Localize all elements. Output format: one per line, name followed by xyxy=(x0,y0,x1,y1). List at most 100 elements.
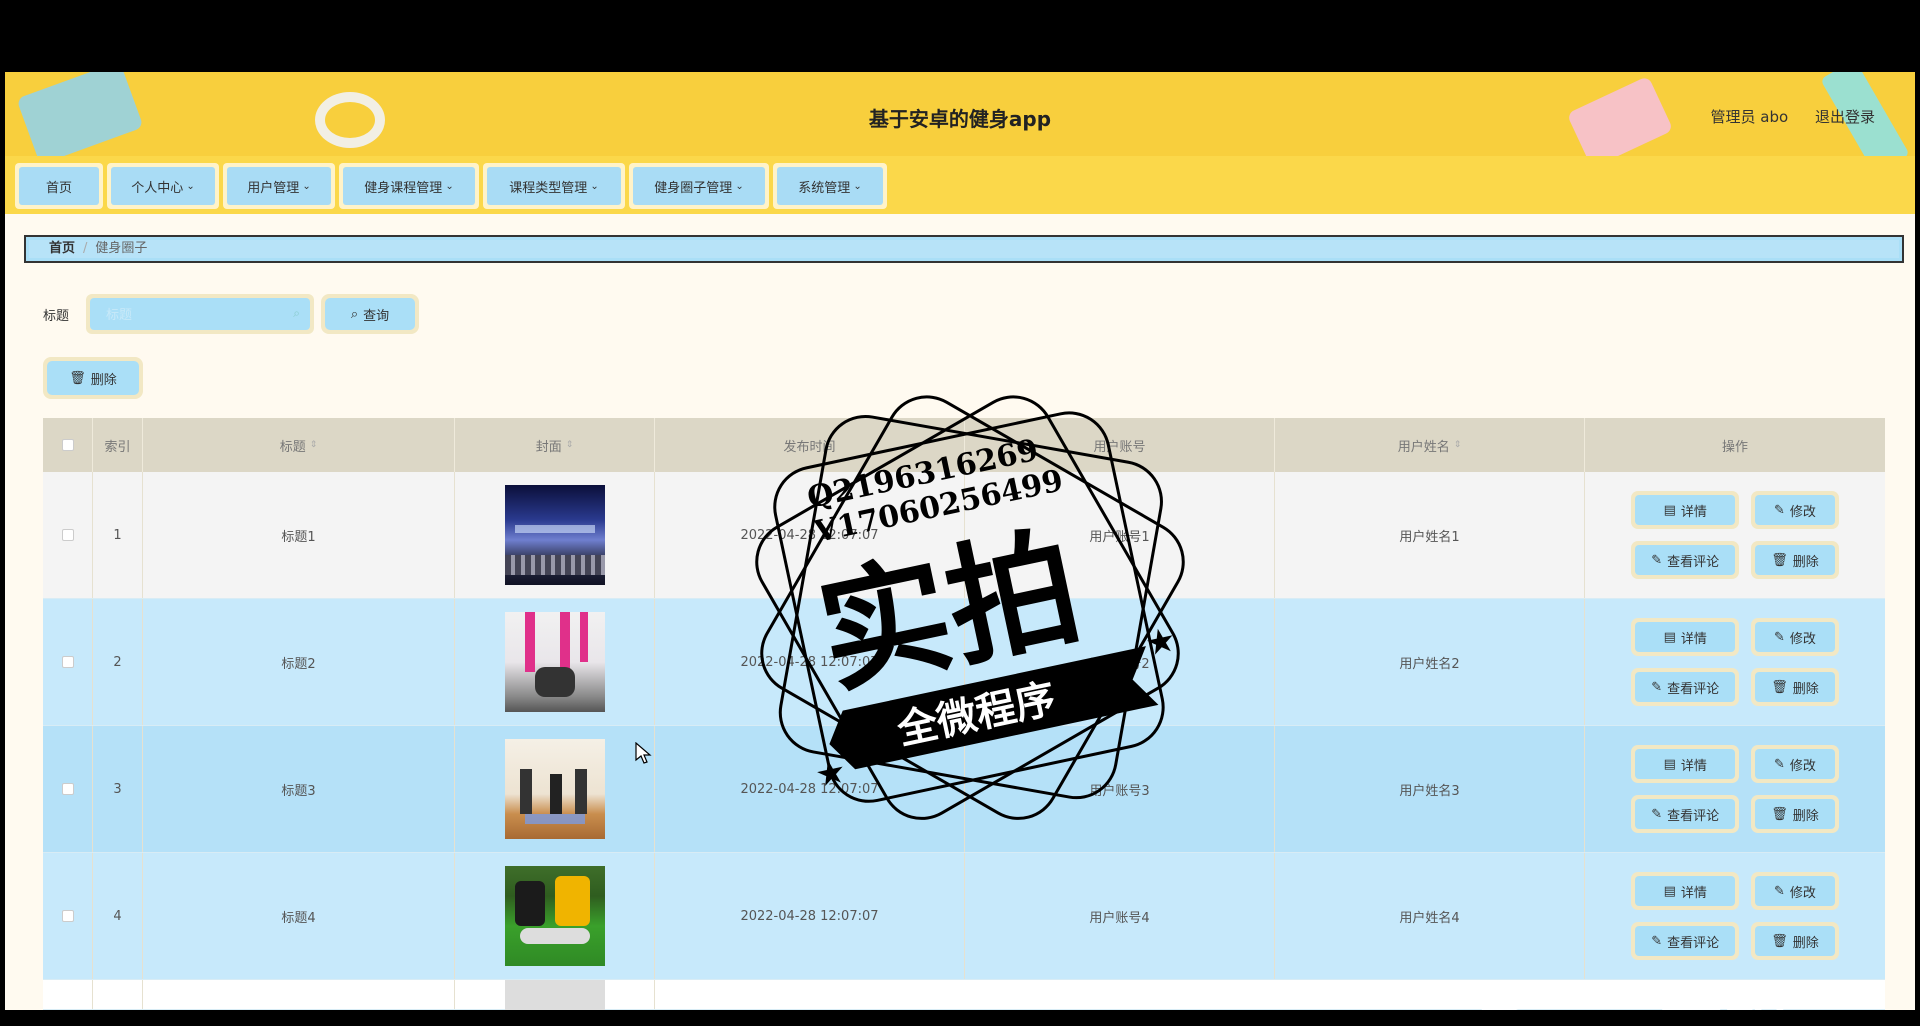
row-checkbox[interactable] xyxy=(61,656,74,668)
cover-image-group-training[interactable] xyxy=(504,866,605,966)
header-label: 封面 xyxy=(535,439,562,455)
header-label: 用户姓名 xyxy=(1397,439,1450,455)
view-comments-button[interactable]: ✎ 查看评论 xyxy=(1631,541,1740,579)
app-window: 基于安卓的健身app 管理员 abo 退出登录 首页 个人中心 ⌄ 用户管理 ⌄ 健… xyxy=(5,72,1915,1010)
search-input-wrapper: ⌕ xyxy=(86,294,314,334)
comments-label: 查看评论 xyxy=(1667,935,1720,951)
delete-button[interactable]: 🗑 删除 xyxy=(1751,541,1839,579)
logout-link[interactable]: 退出登录 xyxy=(1815,108,1875,126)
nav-label: 个人中心 xyxy=(131,180,184,196)
row-checkbox[interactable] xyxy=(61,529,74,541)
row-time: 2022-04-28 12:07:07 xyxy=(655,726,965,852)
delete-button[interactable]: 🗑 删除 xyxy=(1751,668,1839,706)
edit-button[interactable]: ✎ 修改 xyxy=(1751,618,1839,656)
nav-label: 系统管理 xyxy=(798,180,851,196)
nav-label: 健身课程管理 xyxy=(364,180,443,196)
edit-label: 修改 xyxy=(1789,758,1816,774)
chevron-down-icon: ⌄ xyxy=(445,180,454,192)
search-input[interactable] xyxy=(90,298,310,330)
row-cover[interactable] xyxy=(455,472,655,598)
delete-button[interactable]: 🗑 删除 xyxy=(1751,795,1839,833)
edit-button[interactable]: ✎ 修改 xyxy=(1751,872,1839,910)
pencil-icon: ✎ xyxy=(1651,679,1663,695)
breadcrumb-home[interactable]: 首页 xyxy=(49,241,75,256)
detail-label: 详情 xyxy=(1680,631,1707,647)
query-button[interactable]: ⌕ 查询 xyxy=(321,294,419,334)
nav-label: 健身圈子管理 xyxy=(654,180,733,196)
row-time: 2022-04-28 12:07:07 xyxy=(655,599,965,725)
batch-delete-button[interactable]: 🗑 删除 xyxy=(43,357,143,399)
row-index: 1 xyxy=(93,472,143,598)
comments-label: 查看评论 xyxy=(1667,808,1720,824)
header-publish-time[interactable]: 发布时间 xyxy=(655,418,965,472)
detail-button[interactable]: ▤ 详情 xyxy=(1631,745,1740,783)
nav-home-label: 首页 xyxy=(45,180,72,196)
cover-image-yoga-class[interactable] xyxy=(504,739,605,839)
detail-button[interactable]: ▤ 详情 xyxy=(1631,491,1740,529)
row-account: 用户账号1 xyxy=(965,472,1275,598)
chevron-down-icon: ⌄ xyxy=(735,180,744,192)
circle-table: 索引 标题 ⇕ 封面 ⇕ 发布时间 用户账号 用户姓名 ⇕ 操作 1 标题1 2022… xyxy=(43,418,1885,1010)
header-select-all[interactable] xyxy=(43,418,93,472)
trash-icon: 🗑 xyxy=(69,370,86,386)
nav-personal-center[interactable]: 个人中心 ⌄ xyxy=(107,163,219,209)
search-icon: ⌕ xyxy=(350,306,359,322)
header-cover[interactable]: 封面 ⇕ xyxy=(455,418,655,472)
detail-button[interactable]: ▤ 详情 xyxy=(1631,618,1740,656)
nav-course-management[interactable]: 健身课程管理 ⌄ xyxy=(339,163,479,209)
view-comments-button[interactable]: ✎ 查看评论 xyxy=(1631,922,1740,960)
app-title: 基于安卓的健身app xyxy=(868,107,1052,131)
row-name: 用户姓名2 xyxy=(1275,599,1585,725)
header-label: 用户账号 xyxy=(1093,439,1146,455)
table-row-partial xyxy=(43,979,1885,1010)
row-index: 2 xyxy=(93,599,143,725)
row-cover[interactable] xyxy=(455,726,655,852)
header-name[interactable]: 用户姓名 ⇕ xyxy=(1275,418,1585,472)
nav-system-management[interactable]: 系统管理 ⌄ xyxy=(773,163,887,209)
view-comments-button[interactable]: ✎ 查看评论 xyxy=(1631,668,1740,706)
row-name: 用户姓名3 xyxy=(1275,726,1585,852)
document-icon: ▤ xyxy=(1663,756,1676,772)
cover-image-partial[interactable] xyxy=(504,979,605,1010)
header-title[interactable]: 标题 ⇕ xyxy=(143,418,455,472)
breadcrumb: 首页 / 健身圈子 xyxy=(24,235,1904,263)
document-icon: ▤ xyxy=(1663,883,1676,899)
row-actions: ▤ 详情 ✎ 修改 ✎ 查看评论 🗑 删除 xyxy=(1631,491,1839,579)
chevron-down-icon: ⌄ xyxy=(590,180,599,192)
cover-image-aerial-yoga[interactable] xyxy=(504,612,605,712)
row-name: 用户姓名1 xyxy=(1275,472,1585,598)
row-checkbox[interactable] xyxy=(61,910,74,922)
header-label: 操作 xyxy=(1721,439,1748,455)
row-cover[interactable] xyxy=(455,599,655,725)
nav-user-management[interactable]: 用户管理 ⌄ xyxy=(223,163,335,209)
comments-label: 查看评论 xyxy=(1667,554,1720,570)
detail-label: 详情 xyxy=(1680,758,1707,774)
edit-button[interactable]: ✎ 修改 xyxy=(1751,745,1839,783)
row-title: 标题3 xyxy=(143,726,455,852)
nav-home[interactable]: 首页 xyxy=(15,163,103,209)
row-name: 用户姓名4 xyxy=(1275,853,1585,979)
trash-icon: 🗑 xyxy=(1771,552,1788,568)
select-all-checkbox[interactable] xyxy=(61,439,74,451)
view-comments-button[interactable]: ✎ 查看评论 xyxy=(1631,795,1740,833)
cursor-icon xyxy=(635,742,652,764)
detail-label: 详情 xyxy=(1680,504,1707,520)
row-checkbox[interactable] xyxy=(61,783,74,795)
sort-icon[interactable]: ⇕ xyxy=(566,440,574,450)
header-account[interactable]: 用户账号 xyxy=(965,418,1275,472)
cover-image-gym[interactable] xyxy=(504,485,605,585)
sort-icon[interactable]: ⇕ xyxy=(310,440,318,450)
nav-course-type-management[interactable]: 课程类型管理 ⌄ xyxy=(483,163,625,209)
row-cover[interactable] xyxy=(455,853,655,979)
user-info: 管理员 abo 退出登录 xyxy=(1689,106,1875,127)
pencil-icon: ✎ xyxy=(1773,756,1785,772)
sort-icon[interactable]: ⇕ xyxy=(1454,440,1462,450)
edit-label: 修改 xyxy=(1789,631,1816,647)
edit-button[interactable]: ✎ 修改 xyxy=(1751,491,1839,529)
delete-button[interactable]: 🗑 删除 xyxy=(1751,922,1839,960)
nav-label: 课程类型管理 xyxy=(509,180,588,196)
nav-circle-management[interactable]: 健身圈子管理 ⌄ xyxy=(629,163,769,209)
detail-button[interactable]: ▤ 详情 xyxy=(1631,872,1740,910)
table-row: 3 标题3 2022-04-28 12:07:07 用户账号3 用户姓名3 ▤ 详… xyxy=(43,726,1885,853)
admin-user: 管理员 abo xyxy=(1710,108,1789,126)
